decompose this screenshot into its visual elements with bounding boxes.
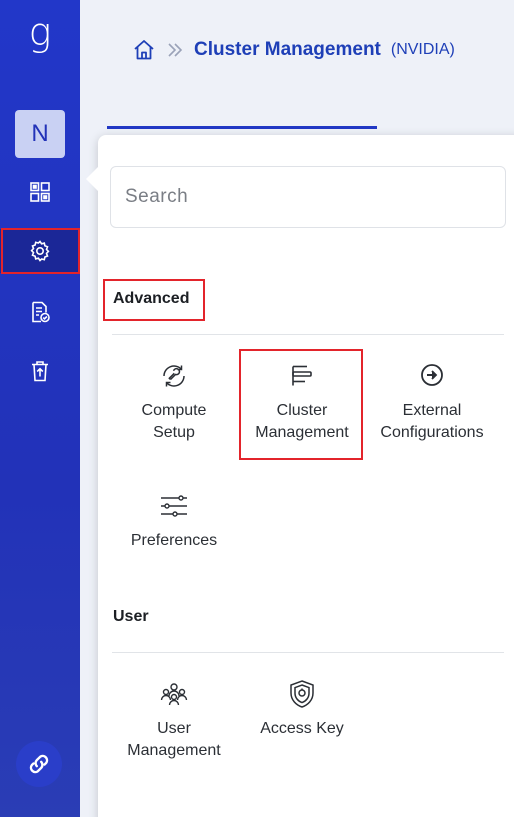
sidebar: g N	[0, 0, 80, 817]
sidebar-item-dashboard[interactable]	[0, 170, 80, 214]
wrench-cycle-icon	[163, 365, 185, 387]
breadcrumb-context: (NVIDIA)	[390, 41, 455, 58]
menu-item-external-configurations[interactable]: External Configurations	[370, 360, 494, 444]
users-group-icon	[160, 683, 188, 706]
menu-item-user-management[interactable]: User Management	[112, 678, 236, 762]
shield-key-icon	[290, 680, 314, 708]
section-title-user: User	[113, 608, 149, 625]
breadcrumb-current: Cluster Management	[194, 39, 381, 60]
dashboard-icon	[30, 182, 50, 202]
advanced-highlight-box	[103, 279, 205, 321]
breadcrumb: Cluster Management (NVIDIA)	[132, 38, 455, 62]
menu-item-label: Management	[127, 742, 221, 759]
menu-item-compute-setup[interactable]: Compute Setup	[112, 360, 236, 444]
active-tab-indicator	[107, 126, 377, 129]
menu-item-label: Preferences	[130, 532, 218, 549]
user-avatar[interactable]: N	[15, 110, 65, 158]
menu-item-access-key[interactable]: Access Key	[240, 678, 364, 740]
chevron-double-right-icon	[168, 43, 183, 57]
search-input[interactable]	[110, 166, 506, 228]
menu-item-label: Configurations	[380, 424, 484, 441]
link-icon	[29, 754, 49, 774]
app-logo[interactable]: g	[22, 10, 58, 58]
document-check-icon	[32, 301, 50, 323]
menu-item-label: External	[402, 402, 462, 419]
panel-caret	[86, 165, 100, 193]
sidebar-item-recycle[interactable]	[0, 349, 80, 393]
menu-item-preferences[interactable]: Preferences	[112, 490, 236, 552]
sidebar-item-documents[interactable]	[0, 290, 80, 334]
link-button[interactable]	[16, 741, 62, 787]
page-header: Cluster Management (NVIDIA)	[80, 0, 514, 135]
cluster-management-highlight-box	[239, 349, 363, 460]
arrow-circle-icon	[421, 364, 443, 386]
home-icon[interactable]	[132, 38, 156, 62]
sliders-icon	[161, 495, 187, 517]
menu-item-label: User	[157, 720, 191, 737]
section-divider	[112, 652, 504, 653]
menu-item-label: Compute	[141, 402, 207, 419]
settings-highlight-box	[1, 228, 80, 274]
menu-item-label: Setup	[153, 424, 195, 441]
trash-upload-icon	[32, 361, 48, 382]
section-divider	[112, 334, 504, 335]
menu-item-label: Access Key	[260, 720, 344, 737]
